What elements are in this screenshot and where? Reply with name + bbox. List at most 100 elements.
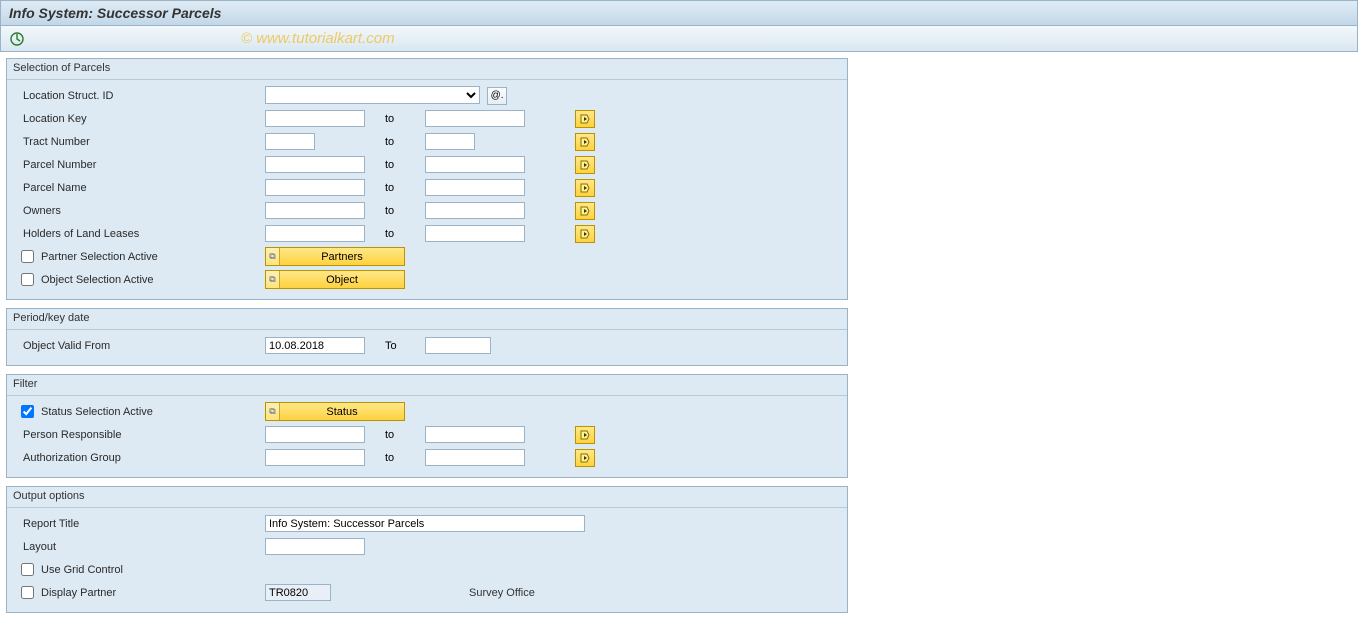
owners-to-input[interactable]: [425, 202, 525, 219]
layout-input[interactable]: [265, 538, 365, 555]
location-key-to-input[interactable]: [425, 110, 525, 127]
holders-more-icon[interactable]: [575, 225, 595, 243]
row-parcel-name: Parcel Name to: [7, 176, 847, 199]
valid-from-input[interactable]: [265, 337, 365, 354]
row-owners: Owners to: [7, 199, 847, 222]
tract-number-more-icon[interactable]: [575, 133, 595, 151]
parcel-name-more-icon[interactable]: [575, 179, 595, 197]
row-parcel-number: Parcel Number to: [7, 153, 847, 176]
location-struct-id-help-icon[interactable]: @.: [487, 87, 507, 105]
holders-to-input[interactable]: [425, 225, 525, 242]
report-title-input[interactable]: [265, 515, 585, 532]
row-partner-selection: Partner Selection Active ⧉ Partners: [7, 245, 847, 268]
row-authorization-group: Authorization Group to: [7, 446, 847, 469]
expand-icon: ⧉: [266, 271, 280, 288]
window-title: Info System: Successor Parcels: [9, 5, 221, 21]
label-location-struct-id: Location Struct. ID: [15, 90, 265, 102]
row-valid-from: Object Valid From To: [7, 334, 847, 357]
group-filter: Filter Status Selection Active ⧉ Status …: [6, 374, 848, 478]
to-label: to: [385, 113, 425, 125]
auth-from-input[interactable]: [265, 449, 365, 466]
person-more-icon[interactable]: [575, 426, 595, 444]
label-location-key: Location Key: [15, 113, 265, 125]
label-parcel-name: Parcel Name: [15, 182, 265, 194]
label-status-selection: Status Selection Active: [15, 405, 265, 418]
label-layout: Layout: [15, 541, 265, 553]
partner-selection-text: Partner Selection Active: [41, 251, 158, 263]
parcel-name-to-input[interactable]: [425, 179, 525, 196]
location-key-from-input[interactable]: [265, 110, 365, 127]
label-grid: Use Grid Control: [15, 563, 265, 576]
auth-more-icon[interactable]: [575, 449, 595, 467]
to-label: To: [385, 340, 425, 352]
row-layout: Layout: [7, 535, 847, 558]
expand-icon: ⧉: [266, 403, 280, 420]
partners-button[interactable]: ⧉ Partners: [265, 247, 405, 266]
location-key-more-icon[interactable]: [575, 110, 595, 128]
holders-from-input[interactable]: [265, 225, 365, 242]
parcel-number-from-input[interactable]: [265, 156, 365, 173]
label-tract-number: Tract Number: [15, 136, 265, 148]
content-area: Selection of Parcels Location Struct. ID…: [0, 52, 1358, 627]
to-label: to: [385, 159, 425, 171]
group-title: Filter: [7, 375, 847, 396]
tract-number-from-input[interactable]: [265, 133, 315, 150]
group-title: Output options: [7, 487, 847, 508]
to-label: to: [385, 452, 425, 464]
to-label: to: [385, 228, 425, 240]
partner-selection-checkbox[interactable]: [21, 250, 34, 263]
label-owners: Owners: [15, 205, 265, 217]
parcel-name-from-input[interactable]: [265, 179, 365, 196]
group-output: Output options Report Title Layout Use G…: [6, 486, 848, 613]
label-partner-selection: Partner Selection Active: [15, 250, 265, 263]
execute-icon[interactable]: [9, 31, 25, 47]
label-report-title: Report Title: [15, 518, 265, 530]
person-to-input[interactable]: [425, 426, 525, 443]
owners-from-input[interactable]: [265, 202, 365, 219]
row-location-struct-id: Location Struct. ID @.: [7, 84, 847, 107]
label-display-partner: Display Partner: [15, 586, 265, 599]
expand-icon: ⧉: [266, 248, 280, 265]
row-holders: Holders of Land Leases to: [7, 222, 847, 245]
display-partner-text: Display Partner: [41, 587, 116, 599]
parcel-number-to-input[interactable]: [425, 156, 525, 173]
group-title: Selection of Parcels: [7, 59, 847, 80]
survey-office-text: Survey Office: [465, 587, 535, 599]
person-from-input[interactable]: [265, 426, 365, 443]
label-auth: Authorization Group: [15, 452, 265, 464]
label-object-selection: Object Selection Active: [15, 273, 265, 286]
use-grid-checkbox[interactable]: [21, 563, 34, 576]
owners-more-icon[interactable]: [575, 202, 595, 220]
group-title: Period/key date: [7, 309, 847, 330]
status-selection-checkbox[interactable]: [21, 405, 34, 418]
row-status-selection: Status Selection Active ⧉ Status: [7, 400, 847, 423]
row-tract-number: Tract Number to: [7, 130, 847, 153]
object-button[interactable]: ⧉ Object: [265, 270, 405, 289]
parcel-number-more-icon[interactable]: [575, 156, 595, 174]
tract-number-to-input[interactable]: [425, 133, 475, 150]
row-report-title: Report Title: [7, 512, 847, 535]
row-display-partner: Display Partner Survey Office: [7, 581, 847, 604]
display-partner-checkbox[interactable]: [21, 586, 34, 599]
location-struct-id-select[interactable]: [265, 86, 480, 104]
auth-to-input[interactable]: [425, 449, 525, 466]
group-period: Period/key date Object Valid From To: [6, 308, 848, 366]
object-selection-checkbox[interactable]: [21, 273, 34, 286]
watermark-text: © www.tutorialkart.com: [241, 30, 395, 47]
valid-to-input[interactable]: [425, 337, 491, 354]
row-person-responsible: Person Responsible to: [7, 423, 847, 446]
display-partner-value: [265, 584, 331, 601]
application-toolbar: © www.tutorialkart.com: [0, 26, 1358, 52]
group-selection-parcels: Selection of Parcels Location Struct. ID…: [6, 58, 848, 300]
label-parcel-number: Parcel Number: [15, 159, 265, 171]
row-object-selection: Object Selection Active ⧉ Object: [7, 268, 847, 291]
label-person: Person Responsible: [15, 429, 265, 441]
row-location-key: Location Key to: [7, 107, 847, 130]
status-selection-text: Status Selection Active: [41, 406, 153, 418]
label-valid-from: Object Valid From: [15, 340, 265, 352]
to-label: to: [385, 182, 425, 194]
status-button[interactable]: ⧉ Status: [265, 402, 405, 421]
to-label: to: [385, 136, 425, 148]
window-title-bar: Info System: Successor Parcels: [0, 0, 1358, 26]
row-grid: Use Grid Control: [7, 558, 847, 581]
